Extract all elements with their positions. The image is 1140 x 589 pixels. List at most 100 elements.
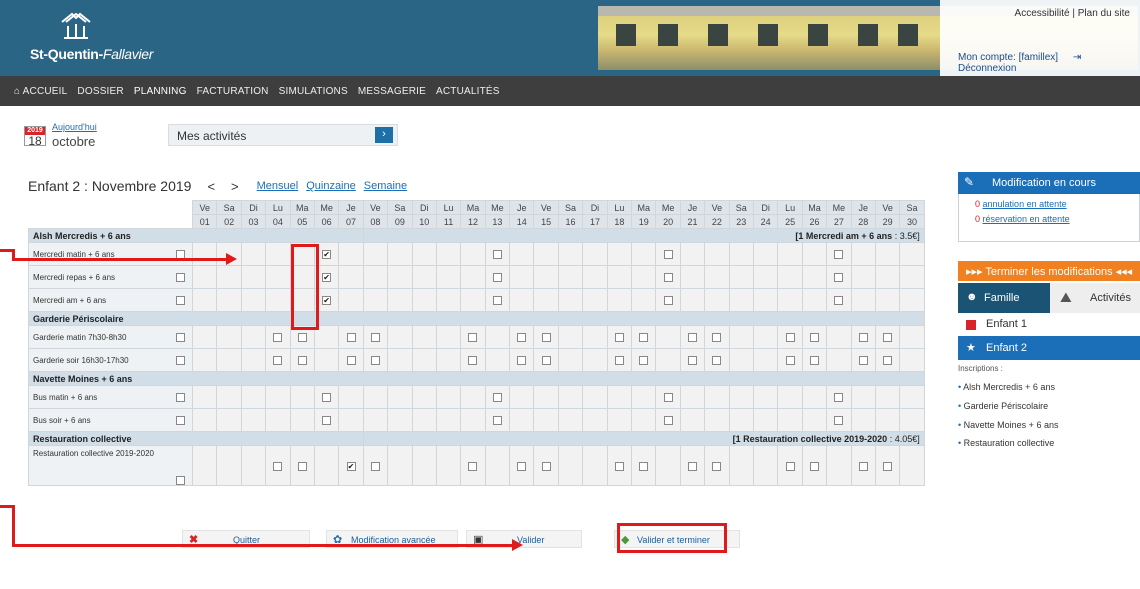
day-checkbox[interactable] xyxy=(273,461,283,471)
day-checkbox[interactable] xyxy=(370,356,380,366)
day-checkbox[interactable] xyxy=(322,393,332,403)
child-2-item[interactable]: ★ Enfant 2 xyxy=(958,336,1140,360)
select-row-checkbox[interactable] xyxy=(175,393,185,403)
next-month-button[interactable]: > xyxy=(231,179,239,194)
day-checkbox[interactable] xyxy=(541,333,551,343)
day-checkbox[interactable] xyxy=(614,333,624,343)
nav-actualites[interactable]: Actualités xyxy=(436,86,500,97)
nav-messagerie[interactable]: Messagerie xyxy=(358,86,426,97)
day-checkbox[interactable] xyxy=(492,250,502,260)
day-checkbox[interactable] xyxy=(468,356,478,366)
day-checkbox[interactable] xyxy=(785,356,795,366)
day-checkbox[interactable] xyxy=(858,333,868,343)
day-checkbox[interactable] xyxy=(541,461,551,471)
day-checkbox[interactable] xyxy=(809,356,819,366)
day-checkbox[interactable] xyxy=(834,296,844,306)
day-checkbox[interactable] xyxy=(614,356,624,366)
day-checkbox[interactable] xyxy=(712,461,722,471)
day-checkbox[interactable] xyxy=(883,333,893,343)
tab-family[interactable]: ☻ Famille xyxy=(958,283,1050,313)
today-link[interactable]: Aujourd'hui xyxy=(52,122,97,132)
select-row-checkbox[interactable] xyxy=(175,416,185,426)
day-checkbox[interactable] xyxy=(688,356,697,366)
tab-activities[interactable]: ⛰ Activités xyxy=(1050,283,1140,313)
day-checkbox[interactable] xyxy=(370,461,380,471)
day-checkbox[interactable] xyxy=(273,333,283,343)
day-checkbox[interactable] xyxy=(663,250,673,260)
day-checkbox[interactable] xyxy=(297,333,307,343)
day-checkbox[interactable] xyxy=(688,333,697,343)
nav-planning[interactable]: Planning xyxy=(134,86,187,97)
day-checkbox[interactable] xyxy=(468,461,478,471)
day-checkbox[interactable] xyxy=(883,461,893,471)
nav-simulations[interactable]: Simulations xyxy=(279,86,348,97)
day-checkbox[interactable] xyxy=(712,333,722,343)
day-checkbox[interactable] xyxy=(492,393,502,403)
chevron-right-icon[interactable]: › xyxy=(375,127,393,143)
day-checkbox[interactable] xyxy=(346,333,356,343)
day-checkbox[interactable] xyxy=(785,333,795,343)
day-checkbox-checked[interactable]: ✔ xyxy=(346,461,356,471)
day-checkbox[interactable] xyxy=(517,333,527,343)
day-checkbox[interactable] xyxy=(468,333,478,343)
select-row-checkbox[interactable] xyxy=(175,356,185,366)
nav-home[interactable]: ⌂ Accueil xyxy=(14,86,67,97)
day-checkbox[interactable] xyxy=(663,273,673,283)
day-checkbox[interactable] xyxy=(712,356,722,366)
view-week-link[interactable]: Semaine xyxy=(364,180,407,192)
day-checkbox-checked[interactable]: ✔ xyxy=(322,273,332,283)
day-checkbox[interactable] xyxy=(639,356,649,366)
day-checkbox[interactable] xyxy=(834,273,844,283)
day-checkbox[interactable] xyxy=(297,356,307,366)
finish-modifications-button[interactable]: ▸▸▸ Terminer les modifications ◂◂◂ xyxy=(958,261,1140,281)
day-checkbox[interactable] xyxy=(297,461,307,471)
nav-dossier[interactable]: Dossier xyxy=(77,86,123,97)
day-checkbox[interactable] xyxy=(492,416,502,426)
select-row-checkbox[interactable] xyxy=(175,333,185,343)
sitemap-link[interactable]: Plan du site xyxy=(1078,8,1130,19)
day-checkbox[interactable] xyxy=(883,356,893,366)
view-monthly-link[interactable]: Mensuel xyxy=(257,180,299,192)
activities-select[interactable]: Mes activités › xyxy=(168,124,398,146)
day-checkbox[interactable] xyxy=(663,416,673,426)
day-checkbox-checked[interactable]: ✔ xyxy=(322,250,332,260)
day-checkbox[interactable] xyxy=(517,356,527,366)
day-checkbox[interactable] xyxy=(273,356,283,366)
day-checkbox[interactable] xyxy=(492,273,502,283)
day-checkbox[interactable] xyxy=(517,461,527,471)
calendar-icon[interactable]: 2019 18 xyxy=(24,126,46,147)
day-checkbox[interactable] xyxy=(346,356,356,366)
day-checkbox[interactable] xyxy=(785,461,795,471)
day-checkbox[interactable] xyxy=(688,461,697,471)
day-checkbox[interactable] xyxy=(858,356,868,366)
select-row-checkbox[interactable] xyxy=(175,296,185,306)
day-checkbox[interactable] xyxy=(639,333,649,343)
accessibility-link[interactable]: Accessibilité xyxy=(1015,8,1070,19)
day-checkbox[interactable] xyxy=(834,393,844,403)
pending-reservations-link[interactable]: 0 réservation en attente xyxy=(959,214,1139,224)
my-account-link[interactable]: Mon compte: [famillex] xyxy=(958,52,1058,63)
select-row-checkbox[interactable] xyxy=(175,476,185,485)
day-checkbox[interactable] xyxy=(663,393,673,403)
day-checkbox[interactable] xyxy=(492,296,502,306)
pending-cancellations-link[interactable]: 0 annulation en attente xyxy=(959,199,1139,209)
view-fortnight-link[interactable]: Quinzaine xyxy=(306,180,356,192)
nav-facturation[interactable]: Facturation xyxy=(197,86,269,97)
child-1-item[interactable]: Enfant 1 xyxy=(958,314,1140,336)
day-checkbox[interactable] xyxy=(541,356,551,366)
day-checkbox[interactable] xyxy=(614,461,624,471)
day-checkbox[interactable] xyxy=(834,250,844,260)
day-checkbox-checked[interactable]: ✔ xyxy=(322,296,332,306)
day-checkbox[interactable] xyxy=(809,333,819,343)
day-checkbox[interactable] xyxy=(639,461,649,471)
day-checkbox[interactable] xyxy=(809,461,819,471)
select-row-checkbox[interactable] xyxy=(175,273,185,283)
prev-month-button[interactable]: < xyxy=(207,179,215,194)
day-checkbox[interactable] xyxy=(663,296,673,306)
day-checkbox[interactable] xyxy=(370,333,380,343)
day-checkbox[interactable] xyxy=(322,416,332,426)
site-logo[interactable]: St-Quentin-Fallavier xyxy=(30,12,160,72)
day-checkbox[interactable] xyxy=(858,461,868,471)
day-checkbox[interactable] xyxy=(834,416,844,426)
weekday-header: Di xyxy=(411,200,437,215)
